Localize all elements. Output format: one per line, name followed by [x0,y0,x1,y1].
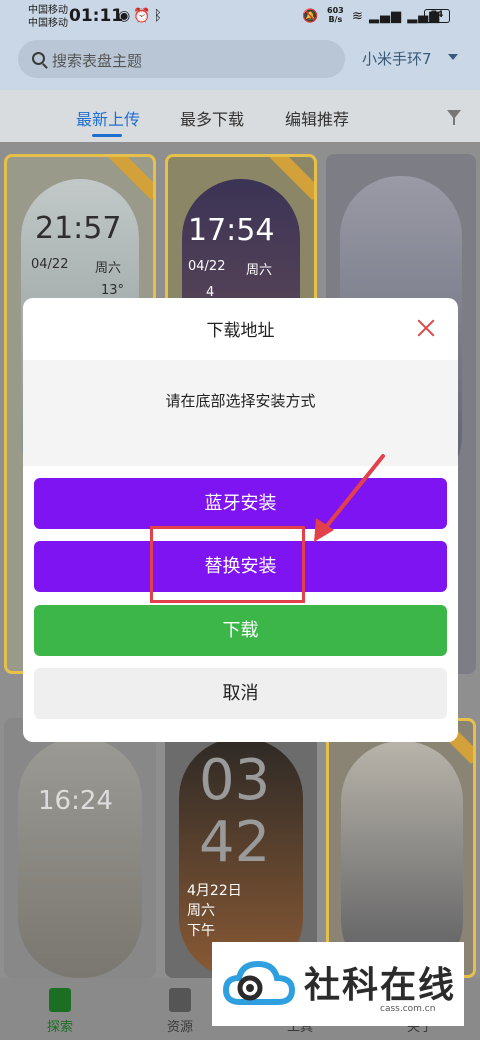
status-bar: 中国移动 中国移动 01:11 ◉⏰ᛒ 603 B/s 🔕 ≋ ▂▄▆ ▂▄▆ … [0,0,480,34]
watchface-card[interactable]: 16:24 [4,718,156,978]
search-input[interactable]: 搜索表盘主题 [18,40,345,78]
cloud-logo-icon [222,960,296,1005]
bluetooth-install-button[interactable]: 蓝牙安装 [34,478,447,529]
watermark-url: cass.com.cn [380,1004,436,1014]
close-icon[interactable] [416,318,436,338]
watermark: 社科在线 cass.com.cn [212,942,464,1026]
cancel-button[interactable]: 取消 [34,668,447,719]
nav-explore[interactable]: 探索 [30,988,90,1035]
search-icon [32,52,45,65]
nav-explore-label: 探索 [46,1020,73,1035]
face-time: 16:24 [38,786,113,816]
highlight-box [150,526,305,603]
download-button[interactable]: 下载 [34,605,447,656]
wifi-icon: ≋ [352,9,364,24]
watchface-preview: 16:24 [18,738,142,978]
dialog-title: 下载地址 [206,321,275,341]
alarm-icon: ⏰ [133,8,154,24]
carrier-2: 中国移动 [28,18,68,29]
face-date: 4月22日 [187,883,242,899]
tab-most-downloaded[interactable]: 最多下载 [180,106,244,130]
face-weekday: 周六 [187,903,215,919]
eye-icon: ◉ [118,8,134,24]
face-time: 17:54 [188,213,275,248]
watermark-title: 社科在线 [304,965,457,1006]
tab-editor-picks[interactable]: 编辑推荐 [285,106,349,130]
face-temp: 13° [101,283,125,298]
dialog-message: 请在底部选择安装方式 [165,392,316,410]
net-speed: 603 B/s [327,6,344,24]
signal-icon: ▂▄▆ [369,9,403,24]
search-placeholder: 搜索表盘主题 [52,52,143,70]
device-selector[interactable]: 小米手环7 [362,48,432,69]
top-bar: 搜索表盘主题 小米手环7 [0,34,480,90]
watchface-card[interactable]: 03 42 4月22日 周六 下午 [165,718,317,978]
chevron-down-icon[interactable] [448,54,458,60]
carrier-1: 中国移动 [28,5,68,16]
clock: 01:11 [69,6,124,26]
download-dialog: 下载地址 请在底部选择安装方式 蓝牙安装 替换安装 下载 取消 [23,298,458,742]
face-time: 21:57 [35,211,122,246]
status-icons-left: ◉⏰ᛒ [118,8,165,24]
nav-resources[interactable]: 资源 [150,988,210,1035]
nav-resources-label: 资源 [166,1020,193,1035]
tab-latest[interactable]: 最新上传 [76,106,140,130]
face-weekday: 周六 [246,263,273,278]
face-hour: 03 [199,748,271,813]
bluetooth-icon: ᛒ [153,8,166,24]
dialog-body: 请在底部选择安装方式 [23,360,458,466]
resources-icon [169,988,191,1012]
explore-icon [49,988,71,1012]
face-minute: 42 [199,810,271,875]
net-speed-unit: B/s [328,15,343,24]
face-date: 04/22 [188,259,226,274]
battery-icon: 74 [424,9,450,23]
face-date: 04/22 [31,257,69,272]
mute-icon: 🔕 [302,9,319,24]
watchface-card[interactable] [326,718,476,978]
carrier-labels: 中国移动 中国移动 [28,4,68,30]
face-extra: 下午 [187,923,215,939]
face-weekday: 周六 [95,261,122,276]
tab-indicator [92,134,122,137]
filter-icon[interactable] [447,110,461,125]
tab-bar: 最新上传 最多下载 编辑推荐 [0,90,480,142]
net-speed-value: 603 [327,6,344,15]
